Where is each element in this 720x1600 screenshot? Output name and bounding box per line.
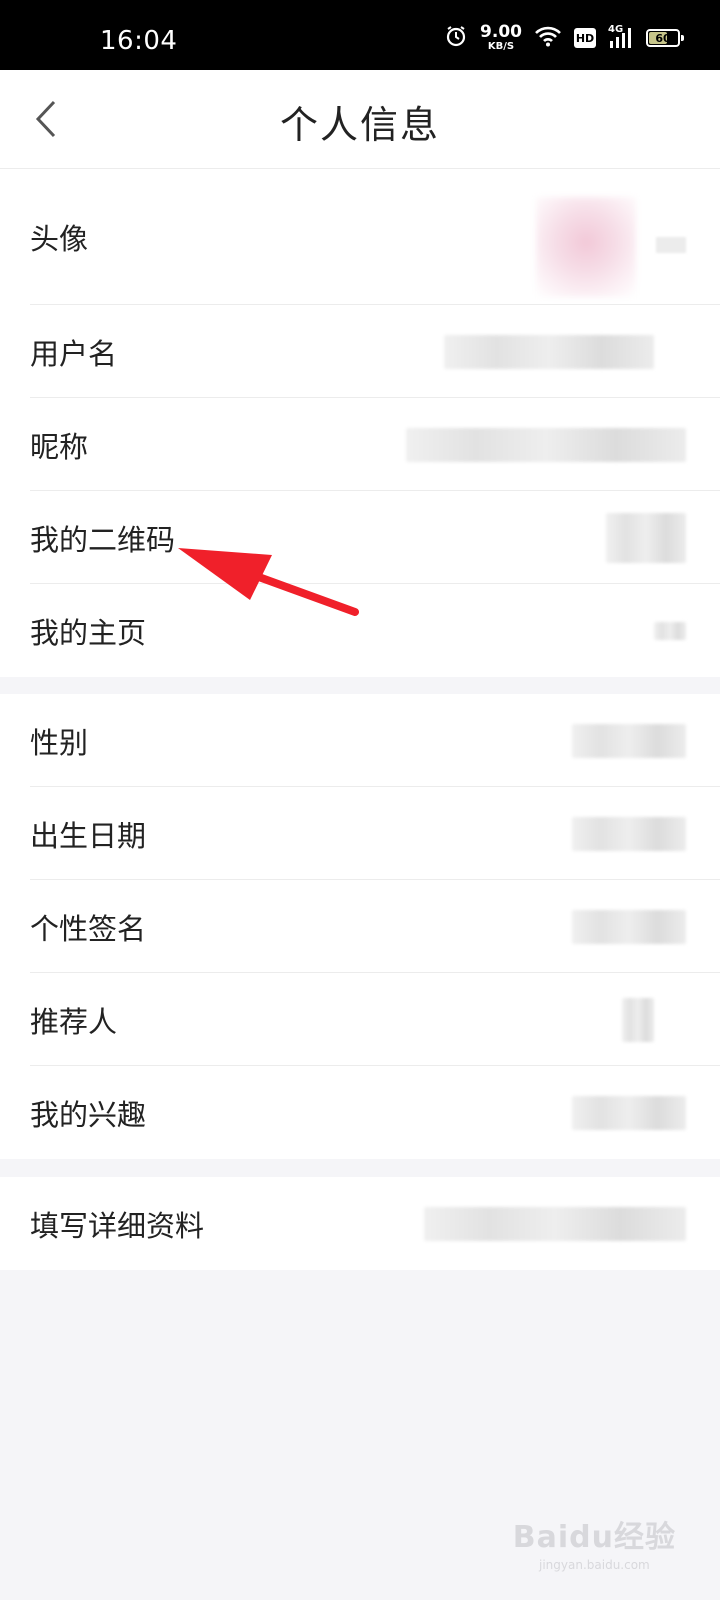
row-label: 出生日期: [30, 818, 147, 853]
network-speed: 9.00 KB/S: [480, 24, 522, 52]
hd-icon: HD: [574, 28, 596, 48]
username-value-redacted: [444, 334, 654, 369]
watermark-url: jingyan.baidu.com: [539, 1558, 650, 1572]
header: 个人信息: [0, 70, 720, 169]
avatar[interactable]: [536, 197, 636, 297]
battery-icon: 60: [646, 29, 684, 47]
row-label: 填写详细资料: [30, 1208, 205, 1243]
row-label: 我的二维码: [30, 522, 176, 557]
qr-code-icon: [606, 512, 686, 563]
row-nickname[interactable]: 昵称: [0, 398, 720, 491]
net-speed-unit: KB/S: [487, 41, 515, 52]
signature-value-redacted: [572, 909, 686, 944]
detail-value-redacted: [424, 1206, 686, 1241]
settings-group-account: 头像 用户名 昵称 我的二维码 我的主页: [0, 169, 720, 677]
row-birth-date[interactable]: 出生日期: [0, 787, 720, 880]
row-label: 头像: [30, 222, 89, 256]
interests-value-redacted: [572, 1095, 686, 1130]
status-bar: 16:04 9.00 KB/S HD 4G 60: [0, 0, 720, 70]
row-label: 我的兴趣: [30, 1097, 147, 1132]
row-label: 昵称: [30, 429, 89, 464]
watermark: Baidu经验 jingyan.baidu.com: [513, 1512, 676, 1572]
row-label: 个性签名: [30, 911, 147, 946]
row-label: 用户名: [30, 336, 118, 371]
row-avatar[interactable]: 头像: [0, 169, 720, 305]
row-label: 性别: [30, 725, 89, 760]
alarm-icon: [444, 24, 468, 52]
battery-level: 60: [655, 31, 671, 45]
status-time: 16:04: [100, 26, 178, 56]
status-icons: 9.00 KB/S HD 4G 60: [444, 18, 684, 58]
row-my-interests[interactable]: 我的兴趣: [0, 1066, 720, 1159]
wifi-icon: [534, 25, 562, 51]
page-title: 个人信息: [279, 103, 440, 147]
nickname-value-redacted: [406, 427, 686, 462]
chevron-right-icon: [622, 997, 654, 1042]
row-my-qr-code[interactable]: 我的二维码: [0, 491, 720, 584]
chevron-right-icon: [654, 621, 686, 640]
row-username[interactable]: 用户名: [0, 305, 720, 398]
net-speed-value: 9.00: [480, 22, 522, 42]
birth-date-value-redacted: [572, 816, 686, 851]
settings-group-profile: 性别 出生日期 个性签名 推荐人 我的兴趣: [0, 694, 720, 1159]
row-gender[interactable]: 性别: [0, 694, 720, 787]
row-referrer[interactable]: 推荐人: [0, 973, 720, 1066]
row-signature[interactable]: 个性签名: [0, 880, 720, 973]
settings-group-details: 填写详细资料: [0, 1177, 720, 1270]
row-fill-detailed-info[interactable]: 填写详细资料: [0, 1177, 720, 1270]
row-label: 推荐人: [30, 1004, 118, 1039]
watermark-logo: Baidu经验: [512, 1520, 676, 1555]
signal-4g-icon: 4G: [608, 24, 634, 50]
row-label: 我的主页: [30, 615, 147, 650]
chevron-right-icon: [656, 237, 686, 253]
row-my-homepage[interactable]: 我的主页: [0, 584, 720, 677]
gender-value-redacted: [572, 723, 686, 758]
